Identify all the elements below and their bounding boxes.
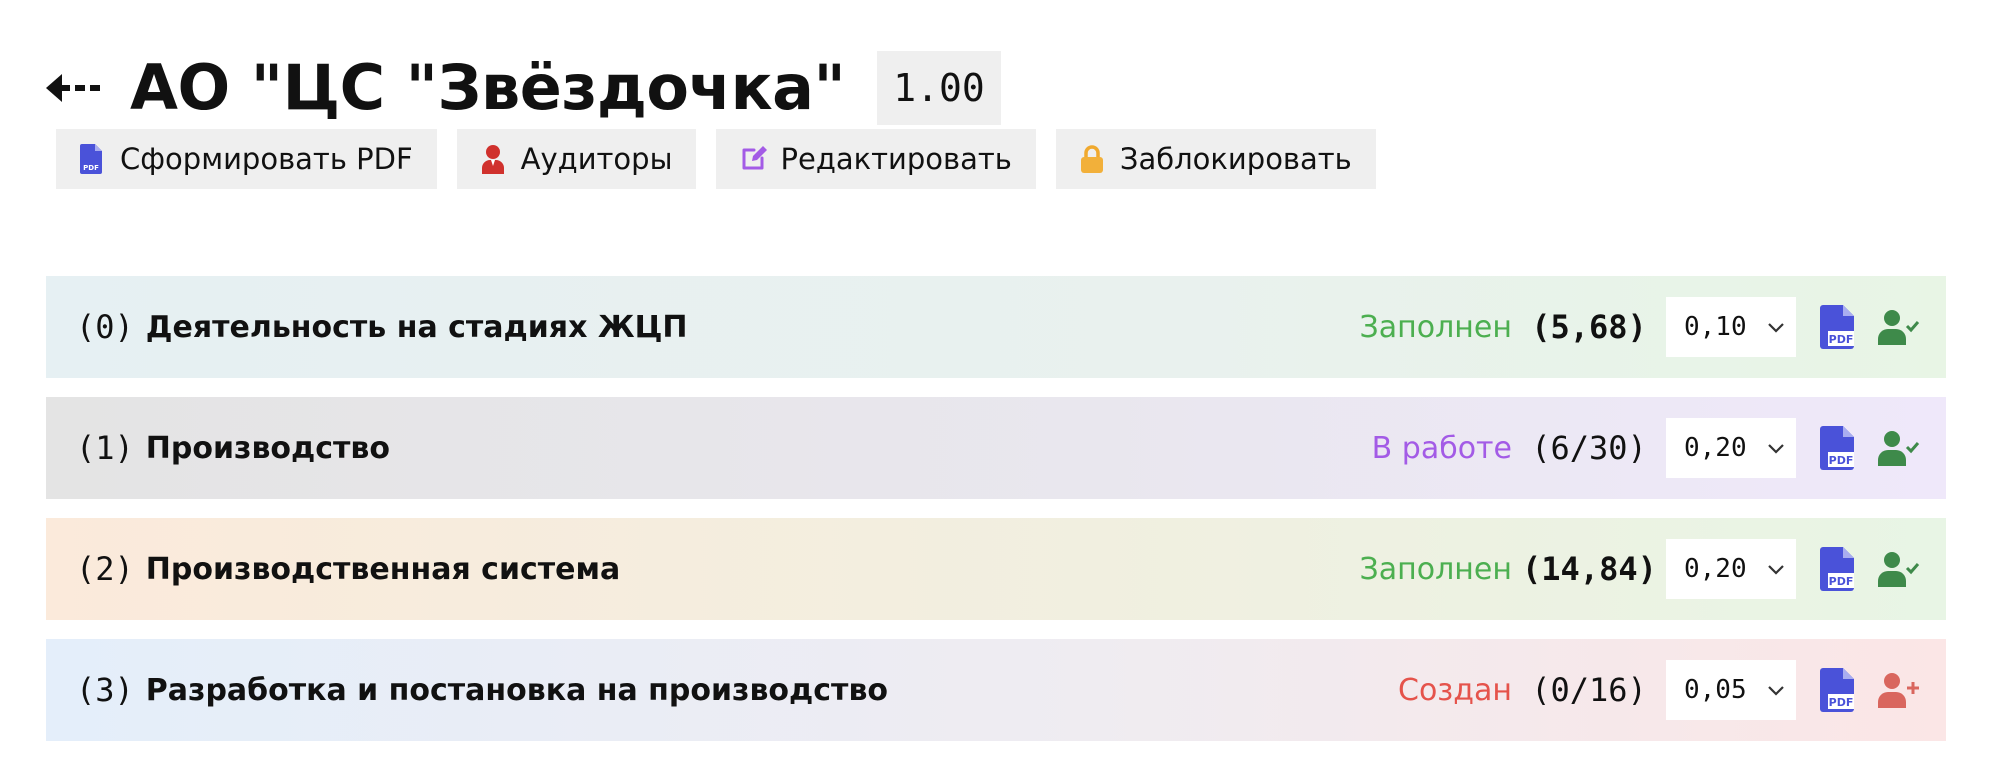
status-label: В работе — [1371, 430, 1512, 466]
generate-pdf-label: Сформировать PDF — [120, 142, 413, 176]
section-index: (2) — [76, 550, 134, 588]
section-title: Разработка и постановка на производство — [145, 672, 889, 708]
chevron-down-icon — [1768, 686, 1784, 696]
section-title: Деятельность на стадиях ЖЦП — [145, 309, 688, 345]
auditors-button[interactable]: Аудиторы — [456, 129, 697, 189]
lock-icon — [1080, 144, 1108, 174]
svg-text:PDF: PDF — [1829, 333, 1854, 346]
weight-value: 0,20 — [1684, 433, 1747, 463]
status-label: Создан — [1398, 672, 1512, 708]
section-row[interactable]: (2) Производственная система Заполнен (1… — [46, 518, 1946, 620]
score-value: (5,68) — [1531, 308, 1647, 346]
status-label: Заполнен — [1359, 551, 1512, 587]
chevron-down-icon — [1768, 565, 1784, 575]
pdf-file-icon[interactable]: PDF — [1820, 426, 1856, 470]
svg-text:PDF: PDF — [1829, 454, 1854, 467]
user-check-icon[interactable] — [1878, 309, 1920, 345]
chevron-down-icon — [1768, 444, 1784, 454]
version-badge: 1.00 — [877, 51, 1001, 125]
auditors-label: Аудиторы — [520, 142, 673, 176]
weight-select[interactable]: 0,05 — [1666, 660, 1796, 720]
status-label: Заполнен — [1359, 309, 1512, 345]
svg-text:PDF: PDF — [1829, 696, 1854, 709]
score-value: (0/16) — [1531, 671, 1647, 709]
edit-pencil-icon — [740, 144, 768, 174]
section-index: (1) — [76, 429, 134, 467]
user-check-icon[interactable] — [1878, 430, 1920, 466]
weight-value: 0,05 — [1684, 675, 1747, 705]
generate-pdf-button[interactable]: PDF Сформировать PDF — [56, 129, 437, 189]
page-title: АО "ЦС "Звёздочка" — [130, 51, 846, 124]
user-check-icon[interactable] — [1878, 551, 1920, 587]
pdf-file-icon: PDF — [80, 144, 108, 174]
svg-text:PDF: PDF — [1829, 575, 1854, 588]
pdf-file-icon[interactable]: PDF — [1820, 668, 1856, 712]
section-row[interactable]: (1) Производство В работе (6/30) 0,20 PD… — [46, 397, 1946, 499]
weight-select[interactable]: 0,10 — [1666, 297, 1796, 357]
section-list: (0) Деятельность на стадиях ЖЦП Заполнен… — [46, 276, 1946, 760]
user-plus-icon[interactable] — [1878, 672, 1920, 708]
section-row[interactable]: (0) Деятельность на стадиях ЖЦП Заполнен… — [46, 276, 1946, 378]
lock-button[interactable]: Заблокировать — [1055, 129, 1376, 189]
score-value: (14,84) — [1522, 550, 1657, 588]
back-arrow-icon[interactable] — [46, 68, 104, 108]
svg-text:PDF: PDF — [83, 164, 99, 172]
section-index: (3) — [76, 671, 134, 709]
edit-button[interactable]: Редактировать — [716, 129, 1036, 189]
weight-value: 0,10 — [1684, 312, 1747, 342]
section-title: Производственная система — [145, 551, 621, 587]
score-value: (6/30) — [1531, 429, 1647, 467]
toolbar: PDF Сформировать PDF Аудиторы Редактиров… — [56, 129, 1376, 189]
weight-select[interactable]: 0,20 — [1666, 418, 1796, 478]
weight-select[interactable]: 0,20 — [1666, 539, 1796, 599]
chevron-down-icon — [1768, 323, 1784, 333]
weight-value: 0,20 — [1684, 554, 1747, 584]
section-row[interactable]: (3) Разработка и постановка на производс… — [46, 639, 1946, 741]
pdf-file-icon[interactable]: PDF — [1820, 547, 1856, 591]
section-title: Производство — [145, 430, 391, 466]
section-index: (0) — [76, 308, 134, 346]
edit-label: Редактировать — [780, 142, 1012, 176]
auditor-user-icon — [481, 144, 509, 174]
pdf-file-icon[interactable]: PDF — [1820, 305, 1856, 349]
page-header: АО "ЦС "Звёздочка" 1.00 — [46, 34, 1001, 142]
lock-label: Заблокировать — [1119, 142, 1352, 176]
